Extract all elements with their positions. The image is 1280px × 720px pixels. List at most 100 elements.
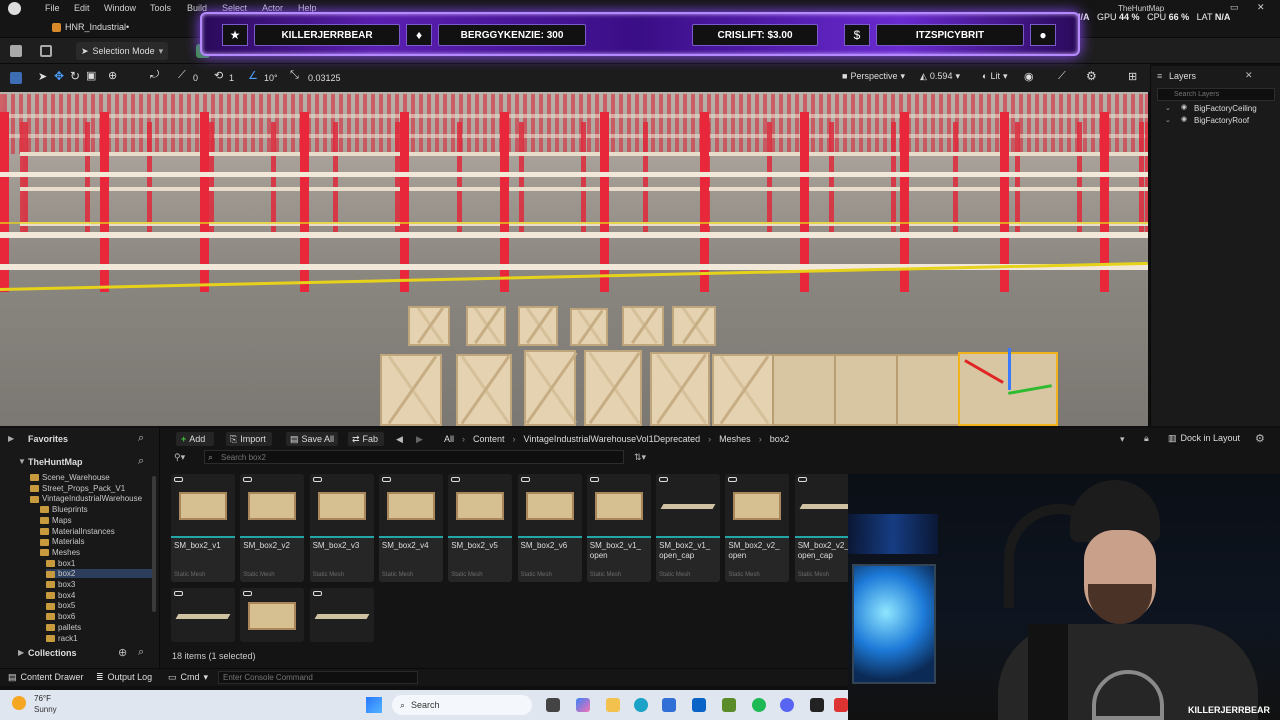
asset-tile[interactable]: SM_box2_v2 Static Mesh [240, 474, 305, 582]
taskbar-search[interactable]: ⌕ Search [392, 695, 532, 715]
breadcrumb-item[interactable]: Content [473, 434, 505, 444]
crate[interactable] [408, 306, 450, 346]
app-icon[interactable] [834, 698, 848, 712]
expand-icon[interactable]: ▶ [18, 648, 24, 657]
realtime-icon[interactable]: ⟋ [1058, 70, 1066, 83]
perspective-dropdown[interactable]: ■ Perspective ▾ [842, 71, 905, 82]
visibility-icon[interactable]: ◉ [1181, 115, 1187, 123]
rot-toggle-icon[interactable]: ⟲ [214, 69, 223, 82]
asset-tile[interactable]: SM_box2_v3 Static Mesh [309, 474, 374, 582]
folder-tree-item[interactable]: Street_Props_Pack_V1 [30, 484, 125, 493]
translate-tool-icon[interactable]: ✥ [54, 69, 64, 83]
crate[interactable] [466, 306, 506, 346]
folder-tree-item[interactable]: box4 [46, 591, 75, 600]
angle-snap-icon[interactable]: ∠ [248, 69, 258, 82]
world-space-icon[interactable]: ⊕ [108, 69, 117, 82]
asset-tile[interactable]: SM_box2_v1_ open_cap Static Mesh [656, 474, 721, 582]
menu-edit[interactable]: Edit [74, 3, 90, 13]
asset-tile[interactable]: SM_box2_v1 Static Mesh [171, 474, 235, 582]
viewport-options-icon[interactable] [10, 72, 22, 84]
crate[interactable] [712, 354, 774, 426]
weather-desc[interactable]: Sunny [34, 705, 57, 714]
dock-in-layout-button[interactable]: ▥ Dock in Layout [1168, 433, 1240, 444]
map-label[interactable]: TheHuntMap [28, 457, 83, 467]
crate[interactable] [518, 306, 558, 346]
crate[interactable] [570, 308, 608, 346]
import-button[interactable]: ⎘ Import [226, 432, 272, 446]
open-box[interactable] [896, 354, 966, 426]
level-tab[interactable]: HNR_Industrial• [65, 22, 129, 32]
back-icon[interactable]: ◀ [396, 434, 403, 445]
folder-tree-item[interactable]: box5 [46, 601, 75, 610]
scale-snap-value[interactable]: 0.03125 [308, 73, 341, 83]
windows-start-icon[interactable] [366, 697, 382, 713]
show-icon[interactable]: ◉ [1024, 70, 1034, 83]
folder-tree-item[interactable]: Maps [40, 516, 72, 525]
search-icon[interactable]: ⌕ [138, 646, 144, 659]
console-command-input[interactable] [218, 671, 418, 684]
weather-temp[interactable]: 76°F [34, 694, 51, 703]
level-viewport[interactable] [0, 92, 1148, 426]
spotify-icon[interactable] [752, 698, 766, 712]
asset-tile[interactable]: SM_box2_v4 Static Mesh [378, 474, 443, 582]
surface-snap-icon[interactable]: ⤾ [150, 69, 159, 82]
folder-tree-item[interactable]: rack1 [46, 634, 78, 643]
rotation-snap-value[interactable]: 10° [264, 73, 278, 83]
crate[interactable] [380, 354, 442, 426]
source-control-icon[interactable] [40, 45, 52, 57]
content-drawer-button[interactable]: ▤ Content Drawer [8, 672, 84, 683]
crate[interactable] [456, 354, 512, 426]
collections-label[interactable]: Collections [28, 648, 77, 658]
folder-tree-item[interactable]: MaterialInstances [40, 527, 115, 536]
search-icon[interactable]: ⌕ [138, 432, 144, 445]
scale-tool-icon[interactable]: ▣ [86, 69, 96, 82]
chevron-down-icon[interactable]: ▾ [1120, 434, 1125, 445]
asset-tile[interactable] [240, 588, 305, 642]
selection-mode-dropdown[interactable]: ➤ Selection Mode ▾ [76, 42, 168, 60]
fov-dropdown[interactable]: ◭ 0.594 ▾ [920, 71, 960, 82]
discord-icon[interactable] [780, 698, 794, 712]
folder-tree-item[interactable]: Materials [40, 537, 84, 546]
folder-tree-item[interactable]: pallets [46, 623, 81, 632]
folder-tree-item[interactable]: Blueprints [40, 505, 88, 514]
settings-icon[interactable]: ⚙ [1255, 432, 1265, 445]
folder-tree-item[interactable]: Scene_Warehouse [30, 473, 110, 482]
folder-tree-item[interactable]: box3 [46, 580, 75, 589]
open-box[interactable] [772, 354, 842, 426]
select-tool-icon[interactable]: ➤ [38, 70, 47, 83]
crate[interactable] [650, 352, 710, 426]
rotate-tool-icon[interactable]: ↻ [70, 69, 80, 83]
cmd-dropdown[interactable]: ▭ Cmd ▾ [168, 672, 208, 683]
settings-icon[interactable]: ⚙ [1086, 69, 1097, 83]
asset-tile[interactable]: SM_box2_v2_ open Static Mesh [725, 474, 790, 582]
view-mode-dropdown[interactable]: ◐ Lit ▾ [982, 71, 1007, 82]
folder-tree-item[interactable]: box1 [46, 559, 75, 568]
save-icon[interactable] [10, 45, 22, 57]
forward-icon[interactable]: ▶ [416, 434, 423, 445]
visibility-icon[interactable]: ◉ [1181, 103, 1187, 111]
folder-tree-item[interactable]: box6 [46, 612, 75, 621]
folder-tree-item[interactable]: VintageIndustrialWarehouse [30, 494, 142, 503]
maximize-viewport-icon[interactable]: ⊞ [1128, 70, 1137, 83]
unreal-logo-icon[interactable] [8, 2, 21, 15]
asset-tile[interactable] [171, 588, 235, 642]
asset-tile[interactable]: SM_box2_v5 Static Mesh [448, 474, 513, 582]
grid-snap-value[interactable]: 0 [193, 73, 198, 83]
minecraft-icon[interactable] [722, 698, 736, 712]
breadcrumb-item[interactable]: box2 [770, 434, 790, 444]
breadcrumb-item[interactable]: VintageIndustrialWarehouseVol1Deprecated [524, 434, 701, 444]
transform-gizmo[interactable] [964, 348, 1052, 395]
fab-button[interactable]: ⇄ Fab [348, 432, 384, 446]
content-search-input[interactable] [204, 450, 624, 464]
weather-icon[interactable] [12, 696, 26, 710]
breadcrumb-item[interactable]: All [444, 434, 454, 444]
expand-icon[interactable]: ▶ [8, 434, 14, 443]
menu-tools[interactable]: Tools [150, 3, 171, 13]
menu-file[interactable]: File [45, 3, 60, 13]
collapse-icon[interactable]: ▼ [18, 457, 26, 466]
window-controls[interactable]: ▭ ✕ [1230, 2, 1273, 13]
breadcrumb-item[interactable]: Meshes [719, 434, 751, 444]
folder-tree-item[interactable]: box2 [46, 569, 152, 579]
favorites-label[interactable]: Favorites [28, 434, 68, 444]
asset-tile[interactable]: SM_box2_v1_ open Static Mesh [586, 474, 651, 582]
